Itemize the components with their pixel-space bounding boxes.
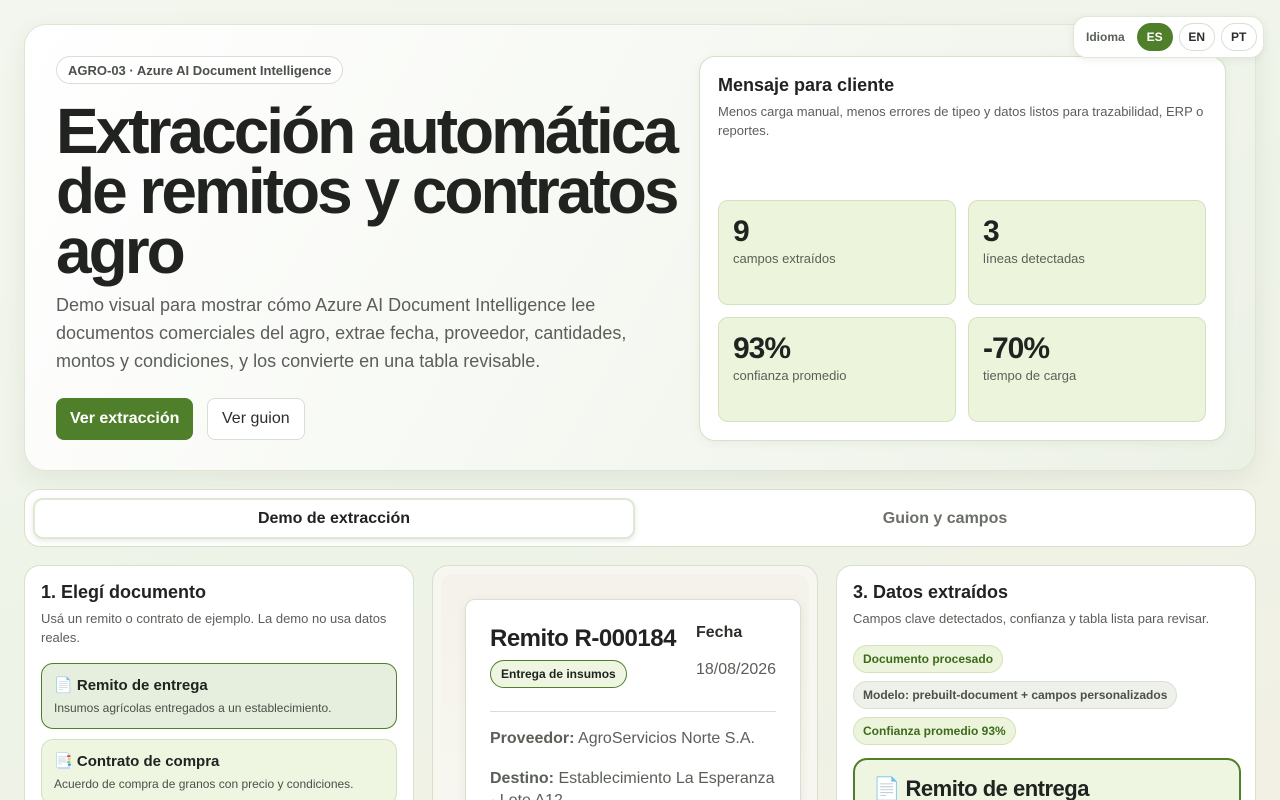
document-preview-panel: Remito R-000184 Entrega de insumos Fecha…	[432, 565, 818, 800]
destination-field: Destino: Establecimiento La Esperanza · …	[490, 768, 780, 800]
panel-title: 1. Elegí documento	[41, 582, 207, 602]
document-type-badge: Entrega de insumos	[490, 660, 627, 688]
document-option-desc: Insumos agrícolas entregados a un establ…	[54, 701, 332, 715]
stat-lines-detected: 3 líneas detectadas	[968, 200, 1206, 305]
confidence-chip: Confianza promedio 93%	[853, 717, 1016, 745]
document-option-purchase-contract[interactable]: 📑 Contrato de compra Acuerdo de compra d…	[41, 739, 397, 800]
divider	[490, 711, 776, 712]
view-extraction-button[interactable]: Ver extracción	[56, 398, 194, 440]
stat-load-time: -70% tiempo de carga	[968, 317, 1206, 422]
document-icon: 📄	[54, 677, 73, 694]
document-option-desc: Acuerdo de compra de granos con precio y…	[54, 777, 354, 791]
provider-label: Proveedor:	[490, 730, 575, 747]
stat-value: -70%	[983, 332, 1050, 365]
stat-fields-extracted: 9 campos extraídos	[718, 200, 956, 305]
extracted-data-panel: 3. Datos extraídos Campos clave detectad…	[836, 565, 1256, 800]
stat-value: 3	[983, 215, 1000, 248]
choose-document-panel: 1. Elegí documento Usá un remito o contr…	[24, 565, 414, 800]
status-chip-processed: Documento procesado	[853, 645, 1004, 673]
language-label: Idioma	[1086, 30, 1125, 44]
document-option-delivery-note[interactable]: 📄 Remito de entrega Insumos agrícolas en…	[41, 663, 397, 729]
stat-average-confidence: 93% confianza promedio	[718, 317, 956, 422]
result-card[interactable]: 📄 Remito de entrega	[853, 758, 1241, 800]
document-title: Remito R-000184	[490, 625, 676, 652]
view-script-button[interactable]: Ver guion	[207, 398, 305, 440]
lang-en-button[interactable]: EN	[1178, 23, 1215, 51]
model-chip: Modelo: prebuilt-document + campos perso…	[853, 681, 1178, 709]
hero-title: Extracción automática de remitos y contr…	[56, 95, 679, 287]
panel-title: 3. Datos extraídos	[853, 582, 1009, 602]
stat-value: 9	[733, 215, 750, 248]
stat-label: tiempo de carga	[983, 368, 1077, 383]
client-message-card: Mensaje para cliente Menos carga manual,…	[699, 56, 1226, 441]
stat-label: campos extraídos	[733, 251, 836, 266]
date-value: 18/08/2026	[696, 661, 777, 678]
result-title: 📄 Remito de entrega	[873, 776, 1089, 800]
stat-label: confianza promedio	[733, 368, 847, 383]
stat-value: 93%	[733, 332, 791, 365]
client-message-subtitle: Menos carga manual, menos errores de tip…	[718, 104, 1204, 138]
project-tag: AGRO-03 · Azure AI Document Intelligence	[56, 56, 344, 84]
preview-backdrop: Remito R-000184 Entrega de insumos Fecha…	[441, 574, 809, 800]
provider-value: AgroServicios Norte S.A.	[578, 730, 755, 747]
provider-field: Proveedor: AgroServicios Norte S.A.	[490, 728, 780, 750]
document-option-title: 📑 Contrato de compra	[54, 753, 220, 770]
panel-subtitle: Campos clave detectados, confianza y tab…	[853, 611, 1210, 626]
hero-section: AGRO-03 · Azure AI Document Intelligence…	[24, 24, 1256, 471]
tab-extraction-demo[interactable]: Demo de extracción	[33, 498, 635, 539]
document-option-title: 📄 Remito de entrega	[54, 677, 208, 694]
contract-icon: 📑	[54, 753, 73, 770]
lang-es-button[interactable]: ES	[1136, 23, 1173, 51]
stat-label: líneas detectadas	[983, 251, 1085, 266]
client-message-title: Mensaje para cliente	[718, 75, 895, 95]
view-tabs: Demo de extracción Guion y campos	[24, 489, 1256, 547]
language-switch: Idioma ES EN PT	[1073, 16, 1264, 58]
hero-description: Demo visual para mostrar cómo Azure AI D…	[56, 295, 627, 371]
tab-script-and-fields[interactable]: Guion y campos	[644, 498, 1246, 539]
destination-label: Destino:	[490, 770, 554, 787]
lang-pt-button[interactable]: PT	[1220, 23, 1257, 51]
panel-subtitle: Usá un remito o contrato de ejemplo. La …	[41, 611, 387, 645]
document-icon: 📄	[873, 776, 900, 800]
document-paper: Remito R-000184 Entrega de insumos Fecha…	[465, 599, 801, 800]
date-label: Fecha	[696, 624, 743, 641]
